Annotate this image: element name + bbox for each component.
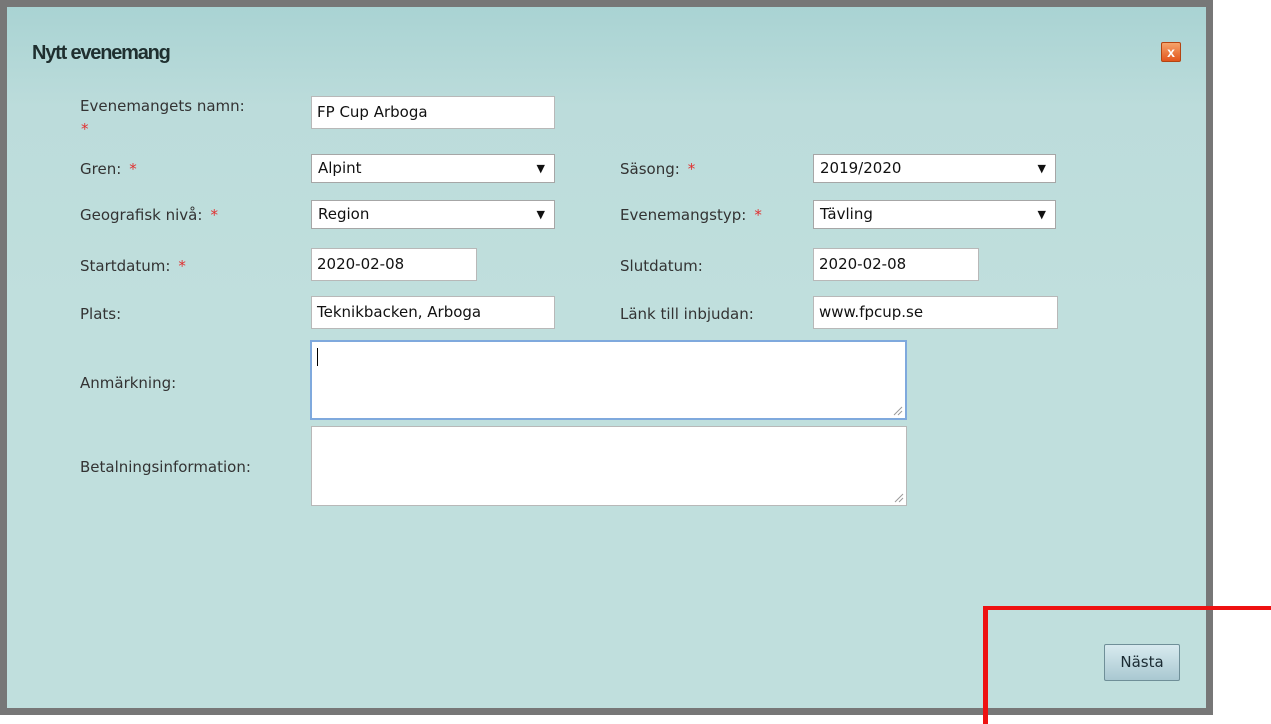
- chevron-down-icon: ▼: [536, 162, 545, 175]
- plats-label: Plats:: [80, 305, 122, 323]
- event-name-input[interactable]: FP Cup Arboga: [311, 96, 555, 129]
- end-date-label: Slutdatum:: [620, 257, 703, 275]
- sasong-label: Säsong: *: [620, 160, 696, 178]
- annotation-red-line-vertical: [983, 606, 988, 724]
- geo-level-select[interactable]: Region ▼: [311, 200, 555, 229]
- chevron-down-icon: ▼: [1037, 162, 1046, 175]
- sasong-required-marker: *: [687, 160, 696, 178]
- anmarkning-label: Anmärkning:: [80, 374, 177, 392]
- event-name-label: Evenemangets namn:: [80, 97, 245, 115]
- event-type-label: Evenemangstyp: *: [620, 206, 762, 224]
- gren-required-marker: *: [129, 160, 137, 178]
- geo-level-select-value: Region: [318, 205, 370, 223]
- gren-select-value: Alpint: [318, 159, 362, 177]
- event-type-select[interactable]: Tävling ▼: [813, 200, 1056, 229]
- geo-level-label: Geografisk nivå: *: [80, 206, 218, 224]
- chevron-down-icon: ▼: [536, 208, 545, 221]
- event-name-required-marker: *: [81, 120, 89, 138]
- start-date-required-marker: *: [178, 257, 186, 275]
- next-button[interactable]: Nästa: [1104, 644, 1180, 681]
- geo-level-required-marker: *: [210, 206, 218, 224]
- chevron-down-icon: ▼: [1037, 208, 1046, 221]
- end-date-input[interactable]: 2020-02-08: [813, 248, 979, 281]
- invite-link-input[interactable]: www.fpcup.se: [813, 296, 1058, 329]
- start-date-label: Startdatum: *: [80, 257, 186, 275]
- anmarkning-textarea[interactable]: [310, 340, 907, 420]
- plats-input[interactable]: Teknikbacken, Arboga: [311, 296, 555, 329]
- betalning-textarea[interactable]: [311, 426, 907, 506]
- close-icon[interactable]: x: [1161, 42, 1181, 62]
- betalning-label: Betalningsinformation:: [80, 458, 251, 476]
- sasong-select-value: 2019/2020: [820, 159, 902, 177]
- resize-grip-icon[interactable]: [893, 492, 904, 503]
- invite-link-label: Länk till inbjudan:: [620, 305, 754, 323]
- gren-label: Gren: *: [80, 160, 137, 178]
- text-caret: [317, 348, 318, 366]
- resize-grip-icon[interactable]: [892, 405, 903, 416]
- gren-select[interactable]: Alpint ▼: [311, 154, 555, 183]
- event-type-select-value: Tävling: [820, 205, 873, 223]
- annotation-red-line-horizontal: [983, 606, 1271, 610]
- event-type-required-marker: *: [754, 206, 762, 224]
- sasong-select[interactable]: 2019/2020 ▼: [813, 154, 1056, 183]
- dialog-title: Nytt evenemang: [32, 42, 171, 64]
- start-date-input[interactable]: 2020-02-08: [311, 248, 477, 281]
